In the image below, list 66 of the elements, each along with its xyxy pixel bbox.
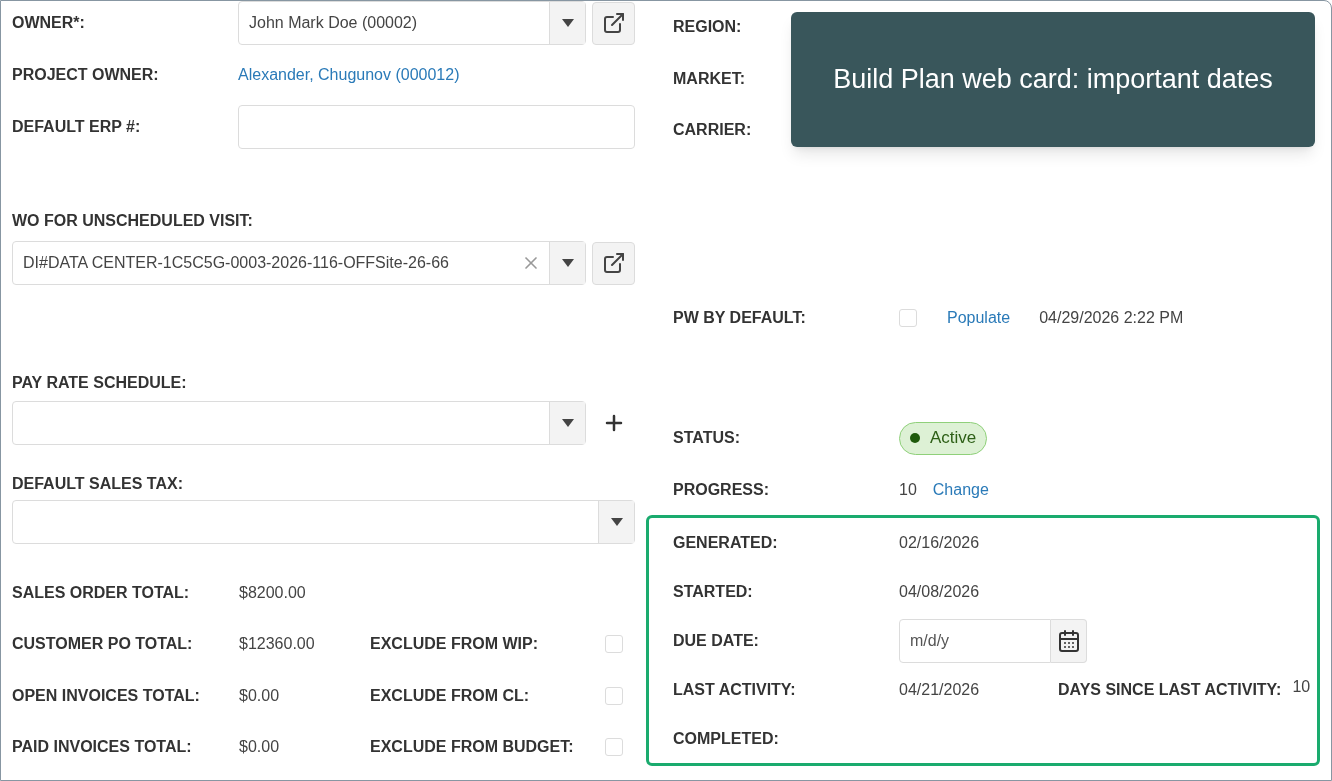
open-link-button[interactable]	[592, 1, 635, 45]
field-label: EXCLUDE FROM CL:	[370, 685, 531, 706]
field-label: REGION:	[673, 18, 742, 35]
caret-down-icon	[561, 419, 574, 427]
field-label: DEFAULT SALES TAX:	[12, 474, 183, 494]
field-value: $0.00	[239, 686, 280, 704]
populate-link[interactable]: Populate	[947, 309, 1011, 326]
field-label: MARKET:	[673, 69, 745, 87]
field-value: $8200.00	[239, 583, 306, 601]
calendar-icon	[1056, 628, 1081, 653]
field-label: STARTED:	[673, 581, 754, 602]
select-field[interactable]	[12, 401, 586, 445]
dropdown-button[interactable]	[549, 242, 585, 284]
field-value: 04/21/2026	[899, 680, 980, 698]
field-label: OPEN INVOICES TOTAL:	[12, 685, 201, 706]
field-value: $0.00	[239, 738, 280, 756]
select-value: DI#DATA CENTER-1C5C5G-0003-2026-116-OFFSite-26-66	[23, 254, 449, 271]
field-label: COMPLETED:	[673, 728, 780, 749]
external-link-icon	[601, 251, 626, 275]
field-label: PROJECT OWNER:	[12, 64, 160, 85]
field-label: WO FOR UNSCHEDULED VISIT:	[12, 211, 253, 231]
field-label: DAYS SINCE LAST ACTIVITY:	[1058, 680, 1282, 698]
field-label: EXCLUDE FROM BUDGET:	[370, 737, 575, 758]
input-field[interactable]	[238, 104, 635, 149]
dropdown-button[interactable]	[549, 2, 585, 44]
checkbox[interactable]	[605, 635, 623, 654]
project-owner-link[interactable]: Alexander, Chugunov (000012)	[238, 62, 460, 87]
field-value: $12360.00	[239, 635, 315, 653]
field-label: CUSTOMER PO TOTAL:	[12, 634, 194, 655]
field-label: LAST ACTIVITY:	[673, 679, 797, 700]
field-label: DEFAULT ERP #:	[12, 116, 142, 137]
progress-value: 10	[899, 479, 917, 500]
field-label: EXCLUDE FROM WIP:	[370, 634, 539, 655]
field-value: 04/08/2026	[899, 582, 980, 600]
caret-down-icon	[610, 518, 623, 526]
tooltip: Build Plan web card: important dates	[791, 12, 1315, 147]
field-label: PW BY DEFAULT:	[673, 309, 806, 326]
dropdown-button[interactable]	[598, 501, 634, 543]
field-value: 02/16/2026	[899, 533, 980, 551]
checkbox[interactable]	[899, 309, 917, 327]
field-label: GENERATED:	[673, 532, 779, 553]
caret-down-icon	[561, 19, 574, 27]
field-label: PROGRESS:	[673, 480, 769, 498]
field-label: STATUS:	[673, 429, 740, 446]
select-field[interactable]	[12, 500, 635, 544]
change-link[interactable]: Change	[932, 480, 989, 498]
field-label: PAY RATE SCHEDULE:	[12, 372, 187, 393]
select-field[interactable]: DI#DATA CENTER-1C5C5G-0003-2026-116-OFFSite-26-66	[12, 241, 586, 285]
select-value: John Mark Doe (00002)	[249, 14, 418, 31]
date-field[interactable]: m/d/y	[899, 618, 1051, 663]
field-label: DUE DATE:	[673, 630, 760, 651]
field-label: CARRIER:	[673, 121, 752, 138]
checkbox[interactable]	[605, 686, 623, 705]
calendar-button[interactable]	[1051, 618, 1087, 663]
checkbox[interactable]	[605, 738, 623, 757]
field-value: 10	[1292, 677, 1311, 695]
field-label: PAID INVOICES TOTAL:	[12, 737, 193, 758]
field-label: OWNER*:	[12, 13, 86, 33]
dropdown-button[interactable]	[549, 402, 585, 444]
open-link-button[interactable]	[592, 241, 635, 285]
timestamp: 04/29/2026 2:22 PM	[1039, 309, 1184, 326]
field-label: SALES ORDER TOTAL:	[12, 582, 191, 603]
external-link-icon	[601, 11, 626, 35]
select-field[interactable]: John Mark Doe (00002)	[238, 1, 586, 45]
caret-down-icon	[561, 259, 574, 267]
status-badge: Active	[899, 421, 988, 455]
